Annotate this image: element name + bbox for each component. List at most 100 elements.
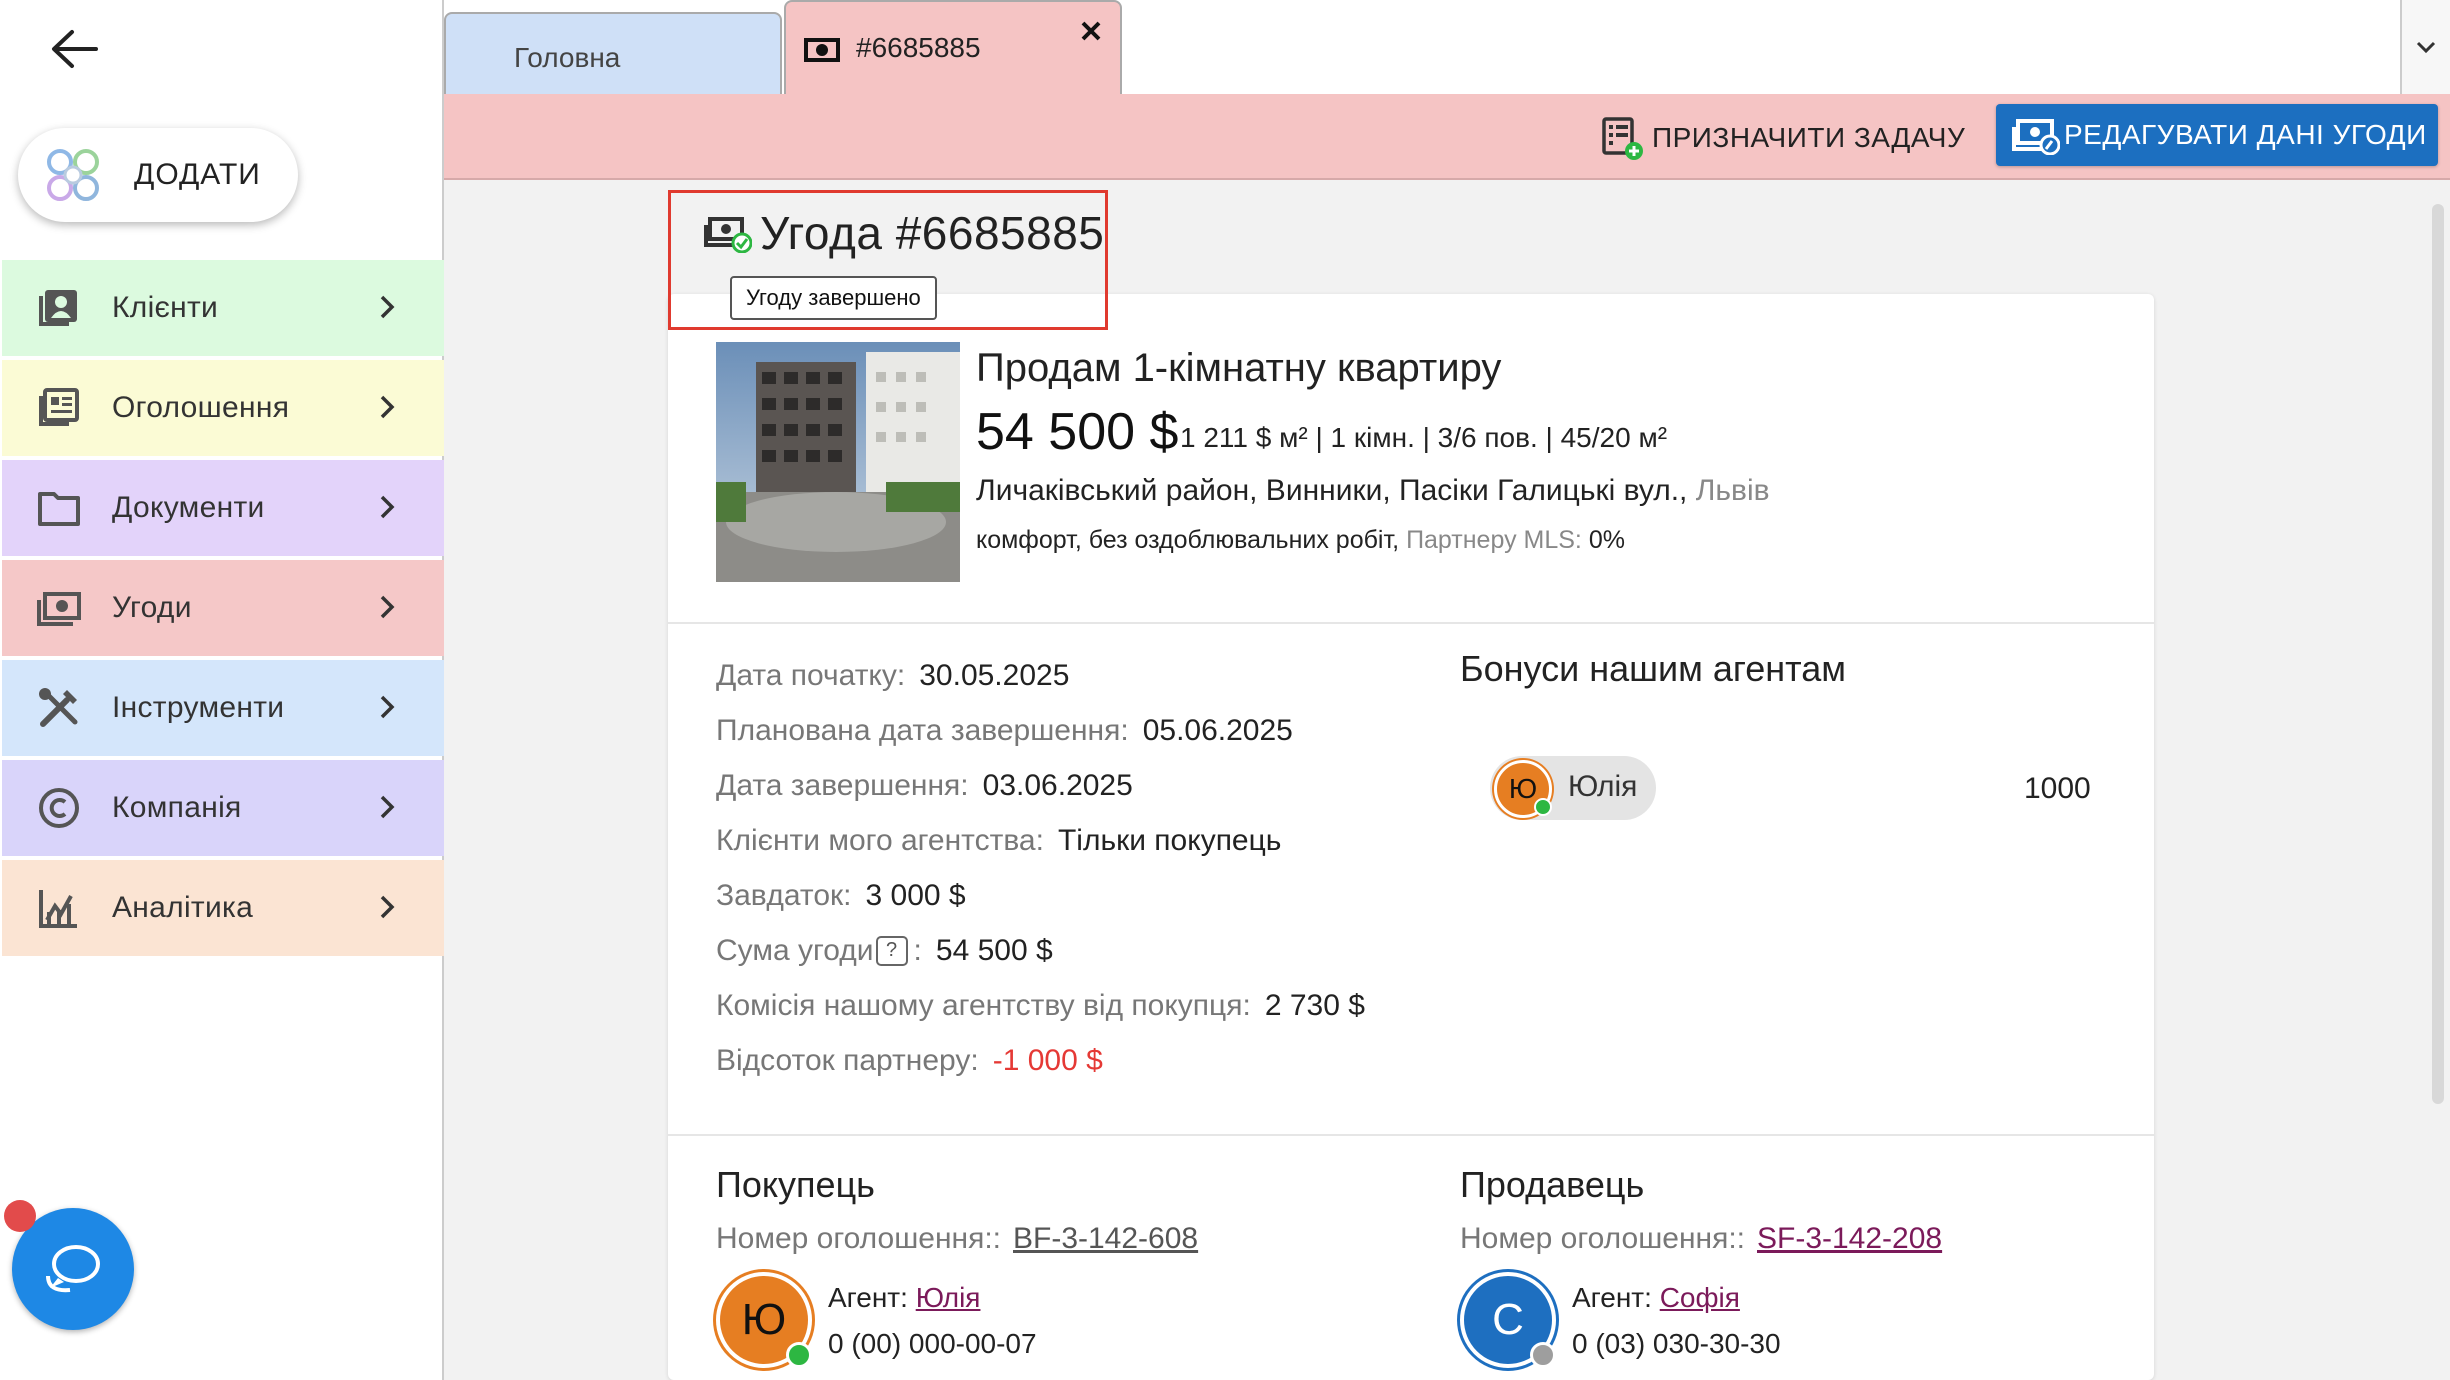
assign-task-label: ПРИЗНАЧИТИ ЗАДАЧУ: [1652, 122, 1966, 153]
sidebar-item-company[interactable]: Компанія: [2, 760, 444, 856]
info-row-planned-end-date: Планована дата завершення: 05.06.2025: [716, 703, 1365, 758]
add-button-label: ДОДАТИ: [134, 158, 261, 191]
analytics-icon: [36, 885, 82, 931]
tab-deal-label: #6685885: [856, 32, 981, 63]
info-label: Комісія нашому агентству від покупця:: [716, 988, 1251, 1022]
seller-listing: Номер оголошення:: SF-3-142-208: [1460, 1222, 1942, 1256]
sidebar-menu: Клієнти Оголошення Документи Угоди Інстр…: [2, 260, 444, 960]
tools-icon: [36, 685, 82, 731]
folder-icon: [36, 485, 82, 531]
money-icon: [36, 585, 82, 631]
info-row-commission: Комісія нашому агентству від покупця: 2 …: [716, 978, 1365, 1033]
property-address: Личаківський район, Винники, Пасіки Гали…: [976, 474, 1770, 508]
info-value: 3 000 $: [865, 878, 966, 912]
address-text: Личаківський район, Винники, Пасіки Гали…: [976, 474, 1688, 507]
info-row-agency-clients: Клієнти мого агентства: Тільки покупець: [716, 813, 1365, 868]
sidebar-item-tools[interactable]: Інструменти: [2, 660, 444, 756]
deal-card: Продам 1-кімнатну квартиру 54 500 $ 1 21…: [668, 294, 2154, 1380]
sidebar-item-clients[interactable]: Клієнти: [2, 260, 444, 356]
tabs-dropdown-button[interactable]: [2400, 0, 2450, 94]
tab-deal[interactable]: #6685885: [784, 0, 1122, 94]
property-features: комфорт, без оздоблювальних робіт, Партн…: [976, 526, 1625, 555]
buyer-listing-link[interactable]: BF-3-142-608: [1013, 1222, 1198, 1255]
agent-label: Агент:: [1572, 1282, 1652, 1313]
sidebar-item-analytics[interactable]: Аналітика: [2, 860, 444, 956]
divider: [668, 622, 2154, 624]
deal-title-row: Угода #6685885: [704, 206, 1104, 260]
city-text: Львів: [1695, 474, 1770, 507]
chat-notification-dot: [4, 1200, 36, 1232]
listing-label: Номер оголошення::: [716, 1222, 1001, 1255]
chevron-right-icon: [380, 295, 395, 319]
sidebar-item-label: Аналітика: [112, 891, 254, 924]
property-price: 54 500 $: [976, 403, 1179, 461]
seller-agent-link[interactable]: Софія: [1660, 1282, 1740, 1313]
help-icon[interactable]: ?: [875, 935, 908, 966]
sidebar-item-label: Інструменти: [112, 691, 285, 724]
info-value: 30.05.2025: [919, 658, 1070, 692]
property-title[interactable]: Продам 1-кімнатну квартиру: [976, 346, 1501, 391]
scrollbar[interactable]: [2432, 204, 2444, 1104]
chevron-right-icon: [380, 495, 395, 519]
online-status-dot: [1534, 798, 1552, 816]
listings-icon: [36, 385, 82, 431]
buyer-listing: Номер оголошення:: BF-3-142-608: [716, 1222, 1198, 1256]
seller-listing-link[interactable]: SF-3-142-208: [1757, 1222, 1942, 1255]
info-label: Клієнти мого агентства:: [716, 823, 1044, 857]
buyer-agent-link[interactable]: Юлія: [916, 1282, 981, 1313]
sidebar-item-label: Угоди: [112, 591, 192, 624]
online-status-dot: [786, 1342, 812, 1368]
sidebar-item-label: Документи: [112, 491, 265, 524]
edit-deal-button[interactable]: РЕДАГУВАТИ ДАНІ УГОДИ: [1996, 104, 2438, 166]
agent-line: Агент: Юлія: [828, 1282, 980, 1314]
info-row-end-date: Дата завершення: 03.06.2025: [716, 758, 1365, 813]
add-grid-icon: [47, 149, 99, 201]
agent-chip[interactable]: Ю Юлія: [1490, 756, 1656, 820]
deal-info-list: Дата початку: 30.05.2025 Планована дата …: [716, 648, 1365, 1088]
property-specs: 1 211 $ м² | 1 кімн. | 3/6 пов. | 45/20 …: [1180, 422, 1668, 453]
edit-deal-label: РЕДАГУВАТИ ДАНІ УГОДИ: [2064, 119, 2427, 150]
tab-bar: Головна #6685885: [444, 0, 2450, 94]
chevron-right-icon: [380, 795, 395, 819]
info-value: 05.06.2025: [1142, 713, 1293, 747]
tab-home[interactable]: Головна: [444, 12, 782, 94]
agent-chip-name: Юлія: [1568, 770, 1638, 803]
info-value: 2 730 $: [1264, 988, 1365, 1022]
info-label: Планована дата завершення:: [716, 713, 1129, 747]
chevron-right-icon: [380, 695, 395, 719]
back-button[interactable]: [48, 26, 100, 72]
buyer-agent: Ю Агент: Юлія 0 (00) 000-00-07: [716, 1272, 1198, 1368]
sidebar-item-documents[interactable]: Документи: [2, 460, 444, 556]
info-row-deposit: Завдаток: 3 000 $: [716, 868, 1365, 923]
task-add-icon: [1602, 117, 1643, 160]
sidebar-item-label: Оголошення: [112, 391, 290, 424]
seller-title: Продавець: [1460, 1164, 1645, 1205]
info-value: 54 500 $: [935, 933, 1053, 967]
seller-agent: С Агент: Софія 0 (03) 030-30-30: [1460, 1272, 1942, 1368]
colon: :: [913, 933, 922, 967]
money-edit-icon: [2012, 119, 2060, 155]
info-label: Відсоток партнеру:: [716, 1043, 979, 1077]
agent-label: Агент:: [828, 1282, 908, 1313]
property-photo[interactable]: [716, 342, 960, 582]
listing-label: Номер оголошення::: [1460, 1222, 1745, 1255]
features-text: комфорт, без оздоблювальних робіт,: [976, 526, 1400, 554]
buyer-section: Покупець Номер оголошення:: BF-3-142-608 …: [716, 1164, 1198, 1368]
status-tooltip: Угоду завершено: [730, 276, 937, 320]
info-row-start-date: Дата початку: 30.05.2025: [716, 648, 1365, 703]
mls-value: 0%: [1588, 526, 1625, 554]
sidebar: ДОДАТИ Клієнти Оголошення Документи Угод…: [0, 0, 444, 1380]
main-area: Головна #6685885 ПРИЗНАЧИТИ ЗАДАЧУ РЕДАГ…: [444, 0, 2450, 1380]
close-icon[interactable]: [1076, 16, 1106, 46]
sidebar-item-deals[interactable]: Угоди: [2, 560, 444, 656]
sidebar-item-listings[interactable]: Оголошення: [2, 360, 444, 456]
info-row-partner-percent: Відсоток партнеру: -1 000 $: [716, 1033, 1365, 1088]
chevron-right-icon: [380, 395, 395, 419]
chevron-right-icon: [380, 895, 395, 919]
add-button[interactable]: ДОДАТИ: [18, 128, 298, 222]
agent-phone: 0 (00) 000-00-07: [828, 1328, 1037, 1359]
agent-phone: 0 (03) 030-30-30: [1572, 1328, 1781, 1359]
offline-status-dot: [1530, 1342, 1556, 1368]
chevron-right-icon: [380, 595, 395, 619]
assign-task-button[interactable]: ПРИЗНАЧИТИ ЗАДАЧУ: [1600, 112, 1965, 164]
